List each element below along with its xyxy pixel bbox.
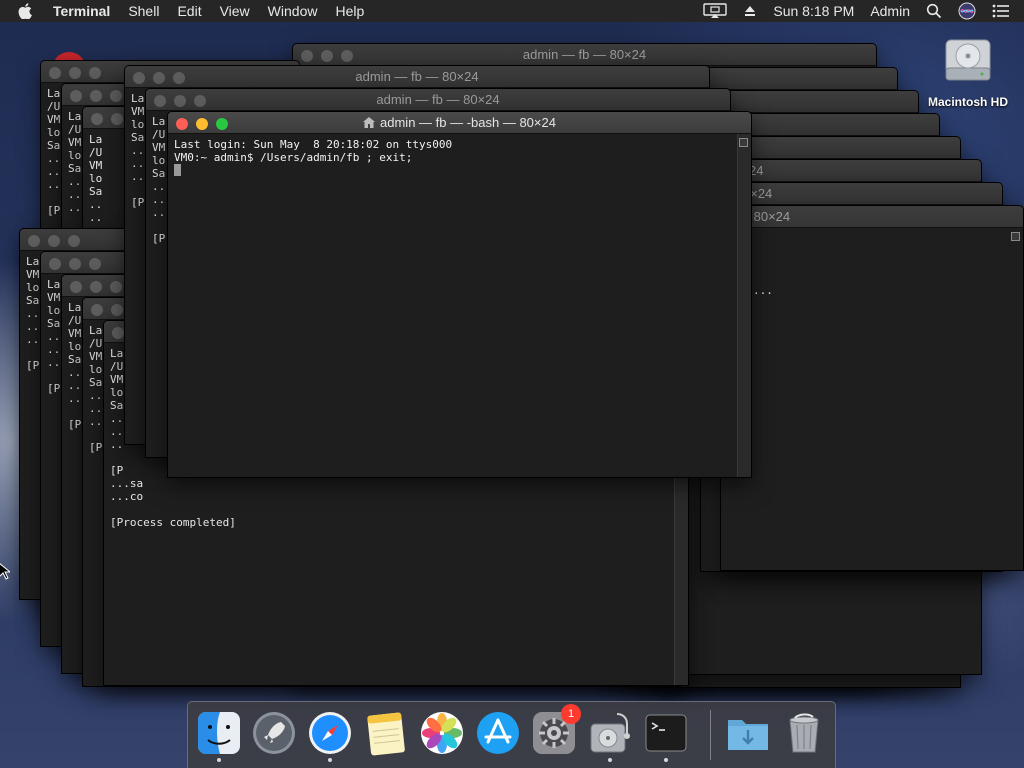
zoom-button[interactable]: [341, 50, 353, 62]
minimize-button[interactable]: [111, 113, 123, 125]
siri-icon[interactable]: [950, 2, 984, 20]
text-cursor: [174, 164, 181, 176]
home-folder-icon: [363, 117, 376, 128]
minimize-button[interactable]: [196, 118, 208, 130]
minimize-button[interactable]: [69, 258, 81, 270]
notification-center-icon[interactable]: [984, 4, 1024, 18]
menu-edit[interactable]: Edit: [168, 0, 210, 22]
dock-disk-utility[interactable]: [587, 710, 633, 762]
dock-launchpad[interactable]: [251, 710, 297, 756]
window-titlebar[interactable]: admin — fb — 80×24: [293, 44, 876, 66]
eject-icon[interactable]: [735, 4, 765, 18]
photos-icon: [421, 712, 463, 754]
close-button[interactable]: [112, 327, 124, 339]
close-button[interactable]: [154, 95, 166, 107]
dock-system-preferences[interactable]: 1: [531, 704, 581, 756]
window-titlebar[interactable]: admin — fb — 80×24: [125, 66, 709, 88]
dock-app-store[interactable]: [475, 710, 521, 756]
disk-utility-icon: [590, 713, 630, 753]
menu-terminal[interactable]: Terminal: [44, 0, 119, 22]
close-button[interactable]: [133, 72, 145, 84]
window-titlebar[interactable]: admin — fb — -bash — 80×24: [168, 112, 751, 134]
minimize-button[interactable]: [90, 90, 102, 102]
desktop: Macintosh HD admin — fb — 80×24 24 0×24 …: [0, 22, 1024, 768]
minimize-button[interactable]: [321, 50, 333, 62]
scroll-bar[interactable]: [1011, 232, 1020, 241]
dock-trash[interactable]: [781, 710, 827, 756]
close-button[interactable]: [70, 90, 82, 102]
window-title: admin — fb — -bash — 80×24: [380, 115, 556, 130]
close-button[interactable]: [49, 67, 61, 79]
window-titlebar[interactable]: admin — fb — 80×24: [146, 89, 730, 111]
window-title: admin — fb — 80×24: [376, 92, 500, 107]
zoom-button[interactable]: [89, 67, 101, 79]
menu-window[interactable]: Window: [259, 0, 327, 22]
downloads-folder-icon: [728, 720, 768, 750]
dock-separator: [710, 710, 711, 760]
menu-view[interactable]: View: [211, 0, 259, 22]
dock-photos[interactable]: [419, 710, 465, 756]
zoom-button[interactable]: [194, 95, 206, 107]
window-title: admin — fb — 80×24: [522, 47, 647, 62]
minimize-button[interactable]: [69, 67, 81, 79]
dock-terminal[interactable]: [643, 710, 689, 762]
app-store-icon: [477, 712, 519, 754]
close-button[interactable]: [91, 113, 103, 125]
dock-notes[interactable]: [363, 710, 409, 756]
close-button[interactable]: [301, 50, 313, 62]
trash-icon: [789, 713, 819, 753]
notes-icon: [367, 712, 405, 756]
zoom-button[interactable]: [110, 90, 122, 102]
window-title: admin — fb — 80×24: [355, 69, 479, 84]
active-terminal-window[interactable]: admin — fb — -bash — 80×24 Last login: S…: [167, 111, 752, 478]
command-line: VM0:~ admin$ /Users/admin/fb ; exit;: [174, 151, 413, 164]
close-button[interactable]: [28, 235, 40, 247]
last-login-line: Last login: Sun May 8 20:18:02 on ttys00…: [174, 138, 453, 151]
zoom-button[interactable]: [89, 258, 101, 270]
finder-icon: [198, 712, 240, 754]
terminal-icon: [645, 714, 687, 752]
notification-badge: 1: [561, 704, 581, 724]
apple-icon: [18, 3, 32, 19]
terminal-window[interactable]: — 80×24 ...: [720, 205, 1024, 571]
zoom-button[interactable]: [110, 281, 122, 293]
menu-shell[interactable]: Shell: [119, 0, 168, 22]
apple-menu[interactable]: [0, 3, 44, 19]
macintosh-hd-label: Macintosh HD: [927, 95, 1008, 109]
hard-drive-icon: [945, 39, 991, 81]
dock: 1: [187, 701, 836, 768]
macintosh-hd-icon[interactable]: Macintosh HD: [918, 34, 1018, 109]
dock-safari[interactable]: [307, 710, 353, 762]
minimize-button[interactable]: [153, 72, 165, 84]
menubar-user[interactable]: Admin: [862, 3, 918, 19]
menu-help[interactable]: Help: [326, 0, 373, 22]
dock-finder[interactable]: [196, 710, 242, 762]
zoom-button[interactable]: [173, 72, 185, 84]
close-button[interactable]: [70, 281, 82, 293]
minimize-button[interactable]: [90, 281, 102, 293]
minimize-button[interactable]: [48, 235, 60, 247]
split-pane-button[interactable]: [739, 138, 748, 147]
safari-icon: [309, 712, 351, 754]
minimize-button[interactable]: [111, 304, 123, 316]
terminal-output: ...: [753, 284, 773, 297]
close-button[interactable]: [91, 304, 103, 316]
scroll-bar[interactable]: [737, 134, 751, 477]
close-button[interactable]: [176, 118, 188, 130]
window-titlebar[interactable]: — 80×24: [721, 206, 1023, 228]
launchpad-icon: [253, 712, 295, 754]
zoom-button[interactable]: [216, 118, 228, 130]
spotlight-search-icon[interactable]: [918, 3, 950, 19]
close-button[interactable]: [49, 258, 61, 270]
menu-bar: Terminal Shell Edit View Window Help Sun…: [0, 0, 1024, 22]
mouse-pointer-icon: [0, 563, 10, 580]
zoom-button[interactable]: [68, 235, 80, 247]
menubar-clock[interactable]: Sun 8:18 PM: [765, 3, 862, 19]
minimize-button[interactable]: [174, 95, 186, 107]
dock-downloads[interactable]: [725, 710, 771, 756]
terminal-output[interactable]: Last login: Sun May 8 20:18:02 on ttys00…: [174, 138, 737, 477]
airplay-icon[interactable]: [695, 3, 735, 19]
